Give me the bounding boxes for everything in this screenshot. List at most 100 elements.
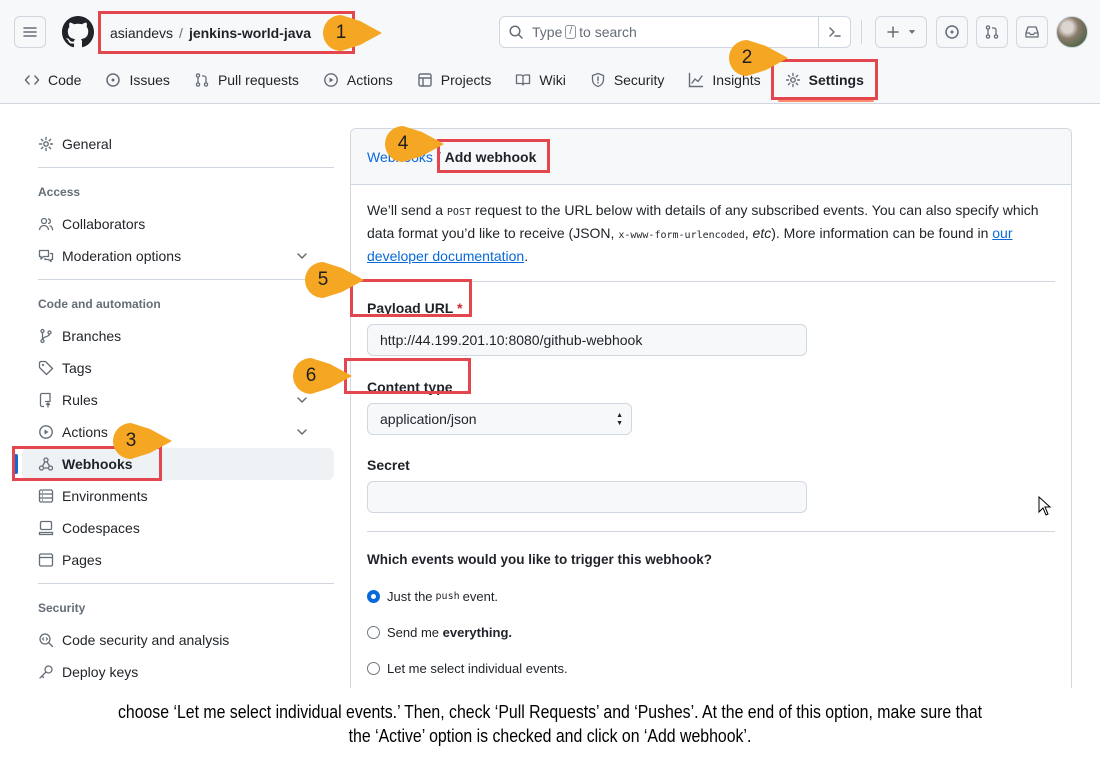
pull-requests-button[interactable] — [976, 16, 1008, 48]
sidebar-item-label: Rules — [62, 392, 98, 408]
tab-security-label: Security — [613, 72, 665, 88]
sidebar-item-label: Moderation options — [62, 248, 182, 264]
sidebar-item-pages[interactable]: Pages — [22, 544, 334, 576]
sidebar-item-branches[interactable]: Branches — [22, 320, 334, 352]
inbox-button[interactable] — [1016, 16, 1048, 48]
callout-number: 6 — [305, 365, 317, 386]
github-logo-icon[interactable] — [62, 16, 94, 48]
mouse-pointer-icon — [1038, 496, 1052, 516]
sidebar-item-collaborators[interactable]: Collaborators — [22, 208, 334, 240]
radio-button[interactable] — [367, 661, 380, 675]
step-callout-2: 2 — [726, 38, 788, 78]
create-new-button[interactable] — [875, 16, 927, 48]
tab-security[interactable]: Security — [582, 64, 673, 96]
sidebar-item-label: Tags — [62, 360, 92, 376]
radio-select-individual[interactable]: Let me select individual events. — [367, 658, 1055, 678]
gear-icon — [38, 136, 54, 152]
tab-code-label: Code — [48, 72, 82, 88]
sidebar-item-environments[interactable]: Environments — [22, 480, 334, 512]
graph-icon — [689, 72, 704, 88]
callout-number: 4 — [397, 133, 409, 154]
highlight-box-content-type — [344, 358, 471, 394]
command-palette-icon — [828, 27, 841, 37]
sidebar-divider — [38, 279, 334, 280]
sidebar-item-label: Branches — [62, 328, 122, 344]
tab-issues[interactable]: Issues — [97, 64, 177, 96]
sidebar-item-rules[interactable]: Rules — [22, 384, 334, 416]
chevron-down-icon[interactable] — [294, 424, 310, 440]
webhook-intro-text: We’ll send a POST request to the URL bel… — [367, 200, 1055, 267]
radio-just-push-post: event. — [462, 588, 499, 604]
sidebar-item-tags[interactable]: Tags — [22, 352, 334, 384]
sidebar-item-actions[interactable]: Actions — [22, 416, 334, 448]
callout-number: 2 — [741, 47, 753, 68]
sidebar-divider — [38, 167, 334, 168]
sidebar-item-moderation[interactable]: Moderation options — [22, 240, 334, 272]
intro-code-post: POST — [446, 207, 471, 218]
hamburger-icon — [23, 27, 37, 37]
step-callout-1: 1 — [320, 13, 382, 53]
triangle-down-icon — [908, 30, 916, 34]
radio-just-push[interactable]: Just the push event. — [367, 586, 1055, 606]
content-type-select[interactable]: application/json ▲ ▼ — [367, 403, 632, 435]
hamburger-menu-button[interactable] — [14, 16, 46, 48]
issues-icon — [945, 25, 959, 39]
browser-icon — [38, 553, 54, 567]
pull-request-icon — [985, 25, 999, 39]
command-palette-button[interactable] — [818, 16, 850, 48]
caption-text: choose ‘Let me select individual events.… — [117, 702, 983, 746]
tab-code[interactable]: Code — [16, 64, 89, 96]
callout-number: 3 — [125, 430, 137, 451]
active-tab-indicator — [778, 100, 874, 102]
key-icon — [39, 665, 53, 679]
search-placeholder-after: to search — [579, 24, 637, 40]
callout-number: 5 — [317, 269, 329, 290]
radio-button-selected[interactable] — [367, 589, 380, 603]
sidebar-divider — [38, 583, 334, 584]
intro-text-4: ). More information can be found in — [771, 225, 993, 241]
issue-icon — [106, 73, 121, 87]
intro-text-3: , — [744, 225, 753, 241]
tab-projects[interactable]: Projects — [409, 64, 500, 96]
sidebar-item-deploy-keys[interactable]: Deploy keys — [22, 656, 334, 688]
play-icon — [39, 425, 53, 439]
radio-everything-bold: everything. — [442, 624, 513, 640]
table-icon — [418, 73, 432, 87]
sidebar-heading-access: Access — [38, 185, 81, 199]
sidebar-item-label: Code security and analysis — [62, 632, 230, 648]
sidebar-item-label: Actions — [62, 424, 108, 440]
secret-input[interactable] — [367, 481, 807, 513]
tag-icon — [38, 360, 54, 376]
tab-pull-requests[interactable]: Pull requests — [186, 64, 307, 96]
section-divider — [367, 531, 1055, 532]
events-question: Which events would you like to trigger t… — [367, 552, 713, 567]
step-callout-5: 5 — [302, 260, 364, 300]
play-icon — [323, 73, 338, 87]
sidebar-item-label: General — [62, 136, 112, 152]
tab-actions[interactable]: Actions — [315, 64, 401, 96]
tab-wiki[interactable]: Wiki — [507, 64, 573, 96]
radio-send-everything[interactable]: Send me everything. — [367, 622, 1055, 642]
book-icon — [516, 74, 531, 86]
repo-push-icon — [39, 392, 51, 408]
sidebar-item-code-security[interactable]: Code security and analysis — [22, 624, 334, 656]
radio-button[interactable] — [367, 625, 380, 639]
sidebar-item-label: Deploy keys — [62, 664, 139, 680]
sidebar-heading-code-automation: Code and automation — [38, 297, 161, 311]
issues-button[interactable] — [936, 16, 968, 48]
search-input[interactable]: Type / to search — [499, 16, 851, 48]
user-avatar[interactable] — [1056, 16, 1088, 48]
settings-sidebar: General Access Collaborators Moderation … — [14, 128, 334, 688]
people-icon — [38, 217, 54, 231]
sidebar-item-label: Environments — [62, 488, 148, 504]
step-callout-4: 4 — [382, 124, 444, 164]
sidebar-item-general[interactable]: General — [22, 128, 334, 160]
step-callout-3: 3 — [110, 421, 172, 461]
shield-icon — [591, 72, 604, 88]
intro-text-1: We’ll send a — [367, 202, 447, 218]
add-webhook-panel: Webhooks / Add webhook We’ll send a POST… — [350, 128, 1072, 688]
sidebar-item-codespaces[interactable]: Codespaces — [22, 512, 334, 544]
search-icon — [509, 25, 523, 39]
header-divider — [861, 20, 862, 44]
payload-url-input[interactable]: http://44.199.201.10:8080/github-webhook — [367, 324, 807, 356]
